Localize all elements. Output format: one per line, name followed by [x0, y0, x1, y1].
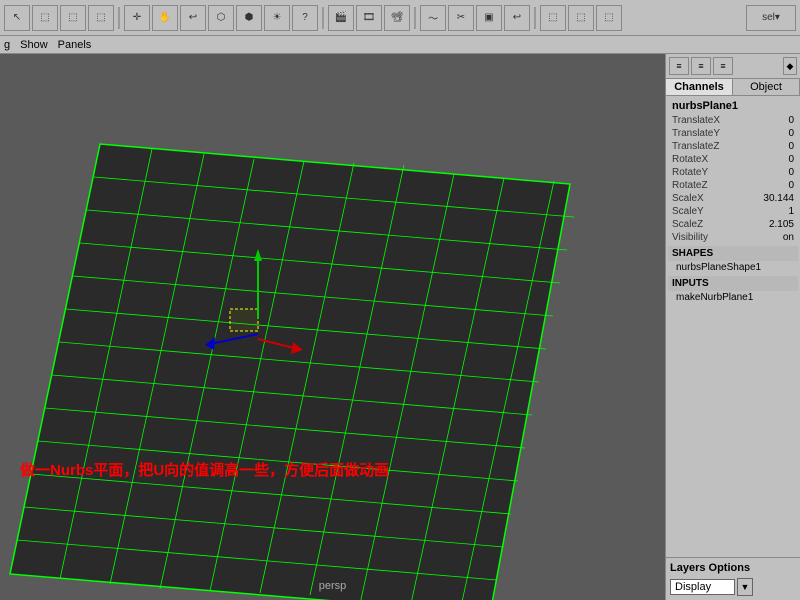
main-layout: 做一Nurbs平面，把U向的值调高一些，方便后面做动画 persp ≡ ≡ ≡ …	[0, 54, 800, 600]
nurbs-plane-group	[10, 144, 574, 600]
menu-g[interactable]: g	[4, 39, 10, 51]
panel-top-icons: ≡ ≡ ≡ ◆	[666, 54, 800, 79]
tool-curve[interactable]: 〜	[420, 5, 446, 31]
menubar: g Show Panels	[0, 36, 800, 54]
sep1	[118, 7, 120, 29]
tool-cut[interactable]: ✂	[448, 5, 474, 31]
tool-extra3[interactable]: ⬚	[596, 5, 622, 31]
annotation-text: 做一Nurbs平面，把U向的值调高一些，方便后面做动画	[20, 459, 389, 480]
attr-rotatez: RotateZ 0	[668, 179, 798, 192]
layers-dropdown-value[interactable]: Display	[670, 579, 735, 595]
attributes-panel: nurbsPlane1 TranslateX 0 TranslateY 0 Tr…	[666, 96, 800, 557]
attr-scaley-value[interactable]: 1	[788, 206, 794, 217]
layers-options-title: Layers Options	[670, 562, 796, 574]
tool-box2[interactable]: ⬚	[60, 5, 86, 31]
tool-shape2[interactable]: ⬢	[236, 5, 262, 31]
viewport-label: persp	[319, 580, 347, 592]
layers-section: Layers Options Display ▼	[666, 557, 800, 600]
inputs-title: INPUTS	[668, 276, 798, 291]
attr-translatey-value[interactable]: 0	[788, 128, 794, 139]
node-name: nurbsPlane1	[668, 98, 798, 114]
tool-light[interactable]: ☀	[264, 5, 290, 31]
attr-translatex: TranslateX 0	[668, 114, 798, 127]
attr-rotatey-label: RotateY	[672, 167, 708, 178]
panel-icon-3[interactable]: ≡	[713, 57, 733, 75]
panel-icon-1[interactable]: ≡	[669, 57, 689, 75]
attr-rotatex-value[interactable]: 0	[788, 154, 794, 165]
attr-translatez: TranslateZ 0	[668, 140, 798, 153]
attr-translatex-value[interactable]: 0	[788, 115, 794, 126]
attr-visibility-value[interactable]: on	[783, 232, 794, 243]
attr-translatez-label: TranslateZ	[672, 141, 719, 152]
nurbs-plane-svg	[0, 54, 665, 600]
attr-scaley-label: ScaleY	[672, 206, 704, 217]
attr-rotatey-value[interactable]: 0	[788, 167, 794, 178]
tool-box3[interactable]: ⬚	[88, 5, 114, 31]
viewport[interactable]: 做一Nurbs平面，把U向的值调高一些，方便后面做动画 persp	[0, 54, 665, 600]
attr-scalez: ScaleZ 2.105	[668, 218, 798, 231]
tool-shape1[interactable]: ⬡	[208, 5, 234, 31]
attr-translatex-label: TranslateX	[672, 115, 720, 126]
tool-extra1[interactable]: ⬚	[540, 5, 566, 31]
tool-rotate[interactable]: ↩	[180, 5, 206, 31]
3d-canvas: 做一Nurbs平面，把U向的值调高一些，方便后面做动画 persp	[0, 54, 665, 600]
sep4	[534, 7, 536, 29]
attr-visibility: Visibility on	[668, 231, 798, 244]
panel-icon-2[interactable]: ≡	[691, 57, 711, 75]
sep2	[322, 7, 324, 29]
attr-rotatex-label: RotateX	[672, 154, 708, 165]
attr-rotatez-value[interactable]: 0	[788, 180, 794, 191]
right-panel: ≡ ≡ ≡ ◆ Channels Object nurbsPlane1 Tran…	[665, 54, 800, 600]
attr-scalex-value[interactable]: 30.144	[763, 193, 794, 204]
shapes-item[interactable]: nurbsPlaneShape1	[668, 261, 798, 274]
attr-translatey: TranslateY 0	[668, 127, 798, 140]
tool-move[interactable]: ✛	[124, 5, 150, 31]
tool-surface[interactable]: ▣	[476, 5, 502, 31]
attr-scalez-value[interactable]: 2.105	[769, 219, 794, 230]
panel-icon-extra[interactable]: ◆	[783, 57, 797, 75]
attr-rotatez-label: RotateZ	[672, 180, 708, 191]
menu-panels[interactable]: Panels	[58, 39, 92, 51]
tool-film2[interactable]: 🎞	[356, 5, 382, 31]
layers-dropdown-arrow[interactable]: ▼	[737, 578, 753, 596]
attr-translatey-label: TranslateY	[672, 128, 720, 139]
tab-channels[interactable]: Channels	[666, 79, 733, 95]
select-mode-btn[interactable]: sel▾	[746, 5, 796, 31]
tab-object[interactable]: Object	[733, 79, 800, 95]
tool-hand[interactable]: ✋	[152, 5, 178, 31]
tool-back[interactable]: ↩	[504, 5, 530, 31]
tool-film3[interactable]: 📽	[384, 5, 410, 31]
tool-box1[interactable]: ⬚	[32, 5, 58, 31]
attr-rotatex: RotateX 0	[668, 153, 798, 166]
attr-scalex: ScaleX 30.144	[668, 192, 798, 205]
attr-scalex-label: ScaleX	[672, 193, 704, 204]
attr-scalez-label: ScaleZ	[672, 219, 703, 230]
shapes-title: SHAPES	[668, 246, 798, 261]
toolbar: ↖ ⬚ ⬚ ⬚ ✛ ✋ ↩ ⬡ ⬢ ☀ ? 🎬 🎞 📽 〜 ✂ ▣ ↩ ⬚ ⬚ …	[0, 0, 800, 36]
attr-rotatey: RotateY 0	[668, 166, 798, 179]
attr-visibility-label: Visibility	[672, 232, 708, 243]
menu-show[interactable]: Show	[20, 39, 48, 51]
tool-film1[interactable]: 🎬	[328, 5, 354, 31]
tool-help[interactable]: ?	[292, 5, 318, 31]
channels-object-tabs: Channels Object	[666, 79, 800, 96]
layers-dropdown: Display ▼	[670, 578, 796, 596]
sep3	[414, 7, 416, 29]
inputs-item[interactable]: makeNurbPlane1	[668, 291, 798, 304]
attr-scaley: ScaleY 1	[668, 205, 798, 218]
tool-select[interactable]: ↖	[4, 5, 30, 31]
tool-extra2[interactable]: ⬚	[568, 5, 594, 31]
attr-translatez-value[interactable]: 0	[788, 141, 794, 152]
